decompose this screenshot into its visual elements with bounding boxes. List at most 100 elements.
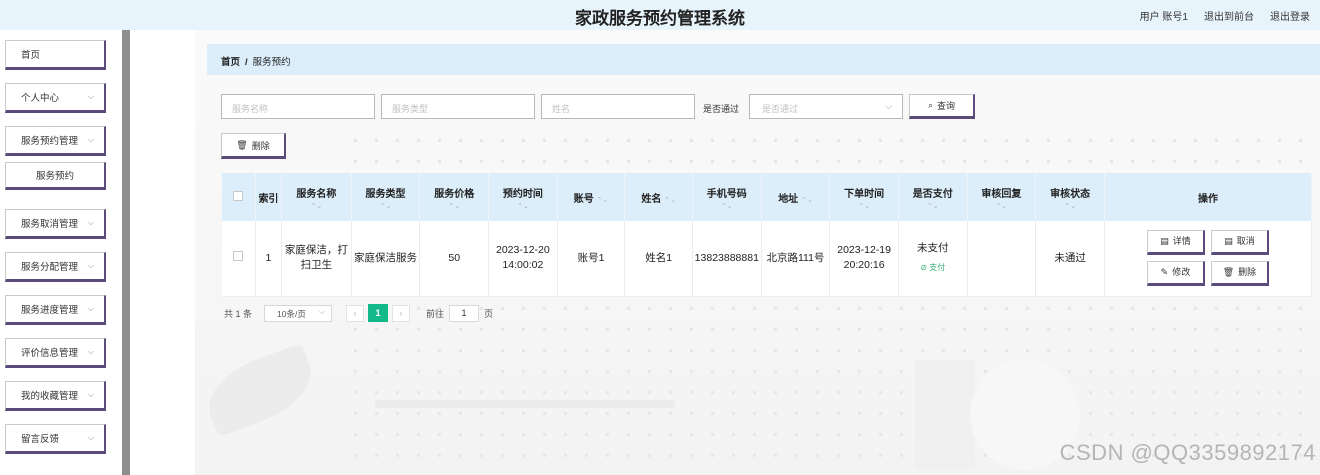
header-service-name[interactable]: 服务名称 ⌃⌄ — [281, 173, 352, 221]
header-label: 审核回复 — [981, 188, 1022, 200]
sidebar-item-reservation-management[interactable]: 服务预约管理 ⌵ — [5, 126, 106, 156]
paid-filter-label: 是否通过 — [703, 104, 740, 114]
sidebar-item-feedback[interactable]: 留言反馈 ⌵ — [5, 424, 106, 454]
sidebar-item-label: 留言反馈 — [21, 434, 60, 445]
service-type-input[interactable]: 服务类型 — [381, 94, 535, 119]
sort-icon: ⌃⌄ — [858, 202, 870, 210]
trash-icon: 🗑 — [1222, 267, 1235, 278]
total-count: 共 1 条 — [224, 308, 253, 319]
header-account[interactable]: 账号 ⌃⌄ — [557, 173, 626, 221]
header-label: 服务价格 — [434, 188, 475, 200]
batch-delete-button[interactable]: 🗑 删除 — [221, 133, 286, 159]
sort-icon: ⌃⌄ — [379, 202, 392, 210]
paid-filter-select[interactable]: 是否通过 ⌵ — [749, 94, 903, 119]
query-button[interactable]: ⌕ 查询 — [909, 94, 975, 119]
cell-index: 1 — [255, 221, 283, 297]
header-order-time[interactable]: 下单时间 ⌃⌄ — [829, 173, 899, 221]
select-all-header — [222, 173, 256, 221]
logout-link[interactable]: 退出登录 — [1270, 8, 1310, 23]
pagination: 共 1 条 10条/页 ⌵ ‹ 1 › 前往 1 页 — [224, 304, 493, 322]
document-icon: ▤ — [1224, 236, 1233, 247]
sort-icon: ⌃⌄ — [516, 202, 529, 210]
goto-page-input[interactable]: 1 — [449, 304, 480, 322]
sidebar-item-cancel-management[interactable]: 服务取消管理 ⌵ — [5, 209, 106, 239]
header-label: 审核状态 — [1050, 188, 1091, 200]
cell-order-time: 2023-12-19 20:20:16 — [829, 221, 899, 297]
chevron-down-icon: ⌵ — [87, 390, 94, 399]
sidebar: 首页 个人中心 ⌵ 服务预约管理 ⌵ 服务预约 服务取消管理 ⌵ 服务分配管理 ⌵ 服务… — [0, 30, 122, 475]
chevron-down-icon: ⌵ — [885, 101, 892, 111]
pay-link-label: 支付 — [929, 263, 946, 273]
pay-icon: ⊘ — [920, 263, 927, 273]
detail-button-label: 详情 — [1172, 236, 1191, 247]
query-button-label: 查询 — [937, 101, 956, 111]
chevron-left-icon: ‹ — [353, 307, 357, 318]
header-review-status[interactable]: 审核状态 ⌃⌄ — [1035, 173, 1105, 221]
table-header-row: 索引 服务名称 ⌃⌄ 服务类型 ⌃⌄ 服务价格 ⌃⌄ 预约时间 ⌃⌄ 账号 ⌃⌄ 姓名 … — [222, 173, 1313, 221]
next-page-button[interactable]: › — [392, 304, 411, 322]
header-paid[interactable]: 是否支付 ⌃⌄ — [898, 173, 968, 221]
sidebar-item-progress-management[interactable]: 服务进度管理 ⌵ — [5, 295, 106, 325]
sidebar-item-favorites-management[interactable]: 我的收藏管理 ⌵ — [5, 381, 106, 411]
back-to-front-link[interactable]: 退出到前台 — [1204, 8, 1254, 23]
page-size-select[interactable]: 10条/页 ⌵ — [264, 304, 333, 322]
cell-service-name: 家庭保洁，打扫卫生 — [281, 221, 352, 297]
header-price[interactable]: 服务价格 ⌃⌄ — [419, 173, 490, 221]
batch-delete-label: 删除 — [251, 140, 270, 151]
page-number-current[interactable]: 1 — [368, 304, 389, 322]
sidebar-item-home[interactable]: 首页 — [5, 40, 106, 70]
breadcrumb-home[interactable]: 首页 — [221, 57, 240, 68]
sidebar-item-personal-center[interactable]: 个人中心 ⌵ — [5, 83, 106, 113]
reservation-table: 索引 服务名称 ⌃⌄ 服务类型 ⌃⌄ 服务价格 ⌃⌄ 预约时间 ⌃⌄ 账号 ⌃⌄ 姓名 … — [222, 173, 1313, 297]
chevron-down-icon: ⌵ — [318, 306, 326, 316]
pay-link[interactable]: ⊘ 支付 — [899, 260, 967, 275]
sidebar-subitem-reservation[interactable]: 服务预约 — [5, 162, 106, 190]
header-review-reply[interactable]: 审核回复 ⌃⌄ — [967, 173, 1037, 221]
name-input[interactable]: 姓名 — [541, 94, 695, 119]
cancel-button[interactable]: ▤ 取消 — [1210, 230, 1269, 256]
row-checkbox[interactable] — [233, 250, 244, 261]
goto-label: 前往 — [426, 308, 445, 319]
service-name-input[interactable]: 服务名称 — [221, 94, 375, 119]
sort-icon: ⌃⌄ — [926, 202, 939, 210]
cell-name: 姓名1 — [624, 221, 693, 297]
header-index: 索引 — [255, 173, 283, 221]
sort-icon: ⌃⌄ — [664, 196, 676, 204]
header-phone[interactable]: 手机号码 ⌃⌄ — [692, 173, 762, 221]
cell-price: 50 — [419, 221, 490, 297]
chevron-down-icon: ⌵ — [87, 261, 94, 270]
paid-status: 未支付 — [917, 242, 949, 255]
edit-button-label: 修改 — [1172, 267, 1191, 278]
header-label: 账号 — [573, 193, 594, 205]
header-label: 服务名称 — [296, 188, 337, 200]
cell-phone: 13823888881 — [692, 221, 762, 297]
cell-review-status: 未通过 — [1035, 221, 1105, 297]
cancel-button-label: 取消 — [1236, 236, 1255, 247]
sidebar-scrollbar[interactable] — [122, 30, 130, 475]
sidebar-item-review-management[interactable]: 评价信息管理 ⌵ — [5, 338, 106, 368]
header-service-type[interactable]: 服务类型 ⌃⌄ — [351, 173, 421, 221]
prev-page-button[interactable]: ‹ — [346, 304, 365, 322]
edit-button[interactable]: ✎ 修改 — [1146, 261, 1205, 287]
header-label: 预约时间 — [502, 188, 543, 200]
watermark: CSDN @QQ3359892174 — [1059, 440, 1316, 465]
header-address[interactable]: 地址 ⌃⌄ — [761, 173, 831, 221]
select-all-checkbox[interactable] — [233, 190, 244, 201]
detail-button[interactable]: ▤ 详情 — [1146, 230, 1205, 256]
sidebar-item-label: 个人中心 — [21, 93, 60, 104]
breadcrumb: 首页 / 服务预约 — [207, 44, 1320, 75]
header-actions: 操作 — [1104, 173, 1313, 221]
sidebar-item-assignment-management[interactable]: 服务分配管理 ⌵ — [5, 252, 106, 282]
row-select-cell — [222, 221, 256, 297]
top-header: 家政服务预约管理系统 用户 账号1 退出到前台 退出登录 — [0, 0, 1320, 30]
breadcrumb-separator: / — [245, 57, 248, 68]
sort-icon: ⌃⌄ — [596, 196, 609, 204]
sidebar-item-label: 服务预约 — [35, 171, 74, 182]
header-label: 索引 — [258, 193, 279, 205]
header-reserve-time[interactable]: 预约时间 ⌃⌄ — [488, 173, 558, 221]
sidebar-item-label: 服务预约管理 — [21, 136, 79, 147]
delete-button[interactable]: 🗑 删除 — [1210, 261, 1269, 287]
chevron-down-icon: ⌵ — [87, 218, 94, 227]
sort-icon: ⌃⌄ — [995, 202, 1008, 210]
header-name[interactable]: 姓名 ⌃⌄ — [624, 173, 693, 221]
